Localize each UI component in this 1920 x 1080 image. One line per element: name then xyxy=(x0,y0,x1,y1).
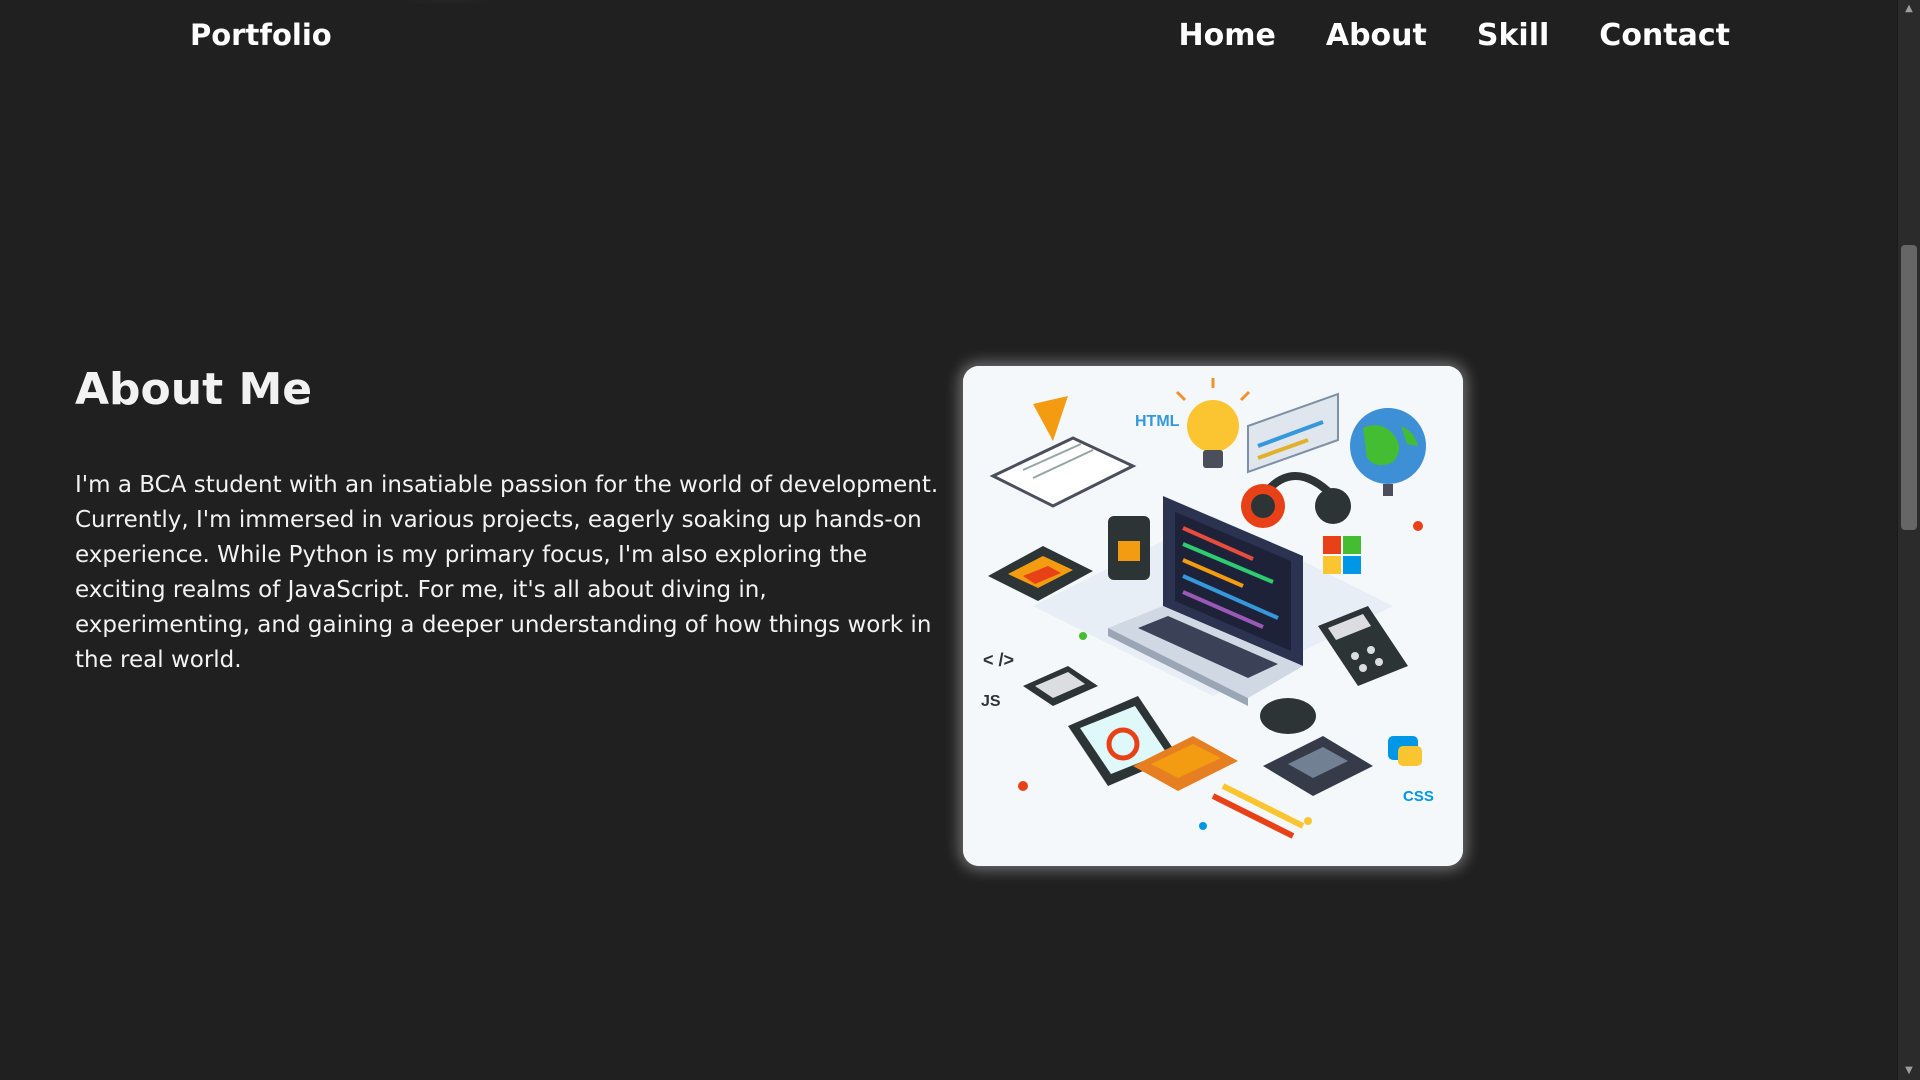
nav-item-about: About xyxy=(1326,18,1427,53)
nav-link-skill[interactable]: Skill xyxy=(1477,18,1549,53)
css-tag: CSS xyxy=(1403,788,1434,805)
scroll-up-arrow-icon[interactable]: ▲ xyxy=(1898,0,1920,18)
about-description: I'm a BCA student with an insatiable pas… xyxy=(75,472,939,674)
brand-logo[interactable]: Portfolio xyxy=(190,18,332,52)
developer-workspace-illustration: HTML < /> JS CSS xyxy=(963,366,1463,866)
nav-link-home[interactable]: Home xyxy=(1179,18,1276,53)
nav-item-contact: Contact xyxy=(1599,18,1730,53)
html-tag: HTML xyxy=(1135,413,1180,430)
about-section: About Me I'm a BCA student with an insat… xyxy=(75,364,955,678)
nav-links: Home About Skill Contact xyxy=(1179,18,1730,53)
page-scrollbar[interactable]: ▲ ▼ xyxy=(1897,0,1920,1080)
navbar: Portfolio Home About Skill Contact xyxy=(0,0,1898,78)
js-tag: JS xyxy=(981,693,1001,710)
about-title: About Me xyxy=(75,364,313,415)
nav-link-about[interactable]: About xyxy=(1326,18,1427,53)
scrollbar-thumb[interactable] xyxy=(1901,245,1917,530)
code-tag: < /> xyxy=(983,650,1014,670)
nav-item-home: Home xyxy=(1179,18,1276,53)
about-image-card: HTML < /> JS CSS xyxy=(963,366,1463,866)
scroll-down-arrow-icon[interactable]: ▼ xyxy=(1898,1062,1920,1080)
page: Portfolio Home About Skill Contact About… xyxy=(0,0,1920,1080)
nav-item-skill: Skill xyxy=(1477,18,1549,53)
nav-link-contact[interactable]: Contact xyxy=(1599,18,1730,53)
